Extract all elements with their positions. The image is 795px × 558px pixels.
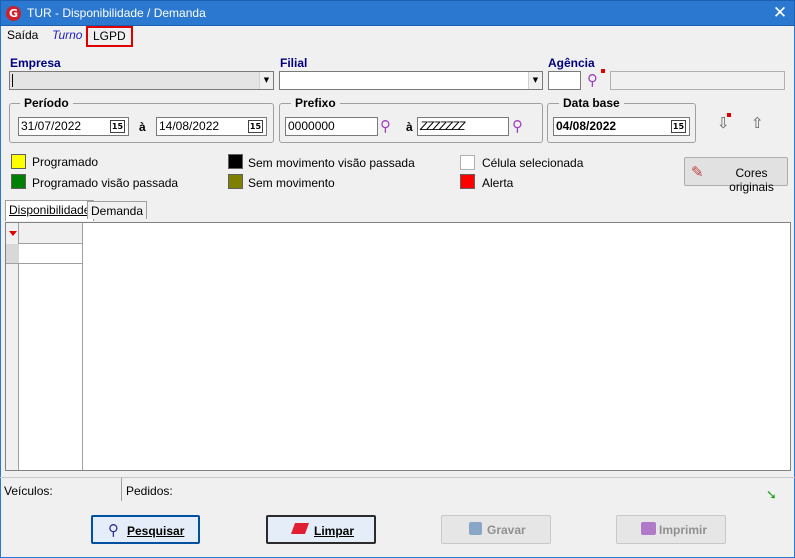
app-logo-icon: G <box>6 6 21 21</box>
grid-fixed-column <box>19 264 83 470</box>
save-icon <box>469 522 482 535</box>
periodo-label: Período <box>20 96 73 110</box>
eraser-icon <box>290 523 310 534</box>
calendar-icon[interactable]: 15 <box>671 120 686 133</box>
prefixo-to-search-icon[interactable]: ⚲ <box>512 118 523 134</box>
data-grid[interactable] <box>5 222 791 471</box>
filial-label: Filial <box>280 56 308 70</box>
prefixo-to-input[interactable]: ZZZZZZZ <box>417 117 509 136</box>
resize-arrow-icon: ➘ <box>766 488 777 503</box>
menu-turno[interactable]: Turno <box>52 28 82 46</box>
cores-originais-button[interactable]: ✎ Cores originais <box>684 157 788 194</box>
tab-demanda-label: Demanda <box>91 204 144 218</box>
legend-label-sem-mov-passada: Sem movimento visão passada <box>248 156 415 170</box>
red-dot-icon <box>727 113 731 117</box>
imprimir-label: Imprimir <box>659 523 708 537</box>
legend-label-sem-mov: Sem movimento <box>248 176 335 190</box>
prefixo-from-search-icon[interactable]: ⚲ <box>380 118 391 134</box>
calendar-icon[interactable]: 15 <box>248 120 263 133</box>
sort-up-icon[interactable]: ⇧ <box>751 114 764 132</box>
legend-swatch-alerta <box>460 174 475 189</box>
legend-swatch-selecionada <box>460 155 475 170</box>
filial-combo[interactable]: ▼ <box>279 71 543 90</box>
legend-label-alerta: Alerta <box>482 176 514 190</box>
legend-swatch-sem-mov <box>228 174 243 189</box>
data-base-value: 04/08/2022 <box>556 119 617 133</box>
limpar-label: Limpar <box>314 524 355 538</box>
close-button[interactable]: ✕ <box>767 3 793 24</box>
title-bar: G TUR - Disponibilidade / Demanda ✕ <box>0 0 795 26</box>
prefixo-from-input[interactable]: 0000000 <box>285 117 378 136</box>
agencia-search-icon[interactable]: ⚲ <box>587 72 598 88</box>
legend-swatch-programado <box>11 154 26 169</box>
pesquisar-label: Pesquisar <box>127 524 185 538</box>
printer-icon <box>641 522 656 535</box>
pesquisar-button[interactable]: ⚲ Pesquisar <box>91 515 200 544</box>
agencia-code-input[interactable] <box>548 71 581 90</box>
imprimir-button[interactable]: Imprimir <box>616 515 726 544</box>
prefixo-label: Prefixo <box>291 96 340 110</box>
cores-originais-label: Cores originais <box>729 166 774 194</box>
chevron-down-icon[interactable]: ▼ <box>528 72 542 89</box>
pencils-icon: ✎ <box>691 163 704 181</box>
legend-label-programado: Programado <box>32 155 99 169</box>
legend-label-programado-passada: Programado visão passada <box>32 176 179 190</box>
calendar-icon[interactable]: 15 <box>110 120 125 133</box>
data-base-input[interactable]: 04/08/2022 15 <box>553 117 690 136</box>
agencia-label: Agência <box>548 56 595 70</box>
pedidos-label: Pedidos: <box>126 484 173 498</box>
text-caret <box>12 74 13 87</box>
status-divider <box>121 478 122 501</box>
agencia-name-field <box>610 71 785 90</box>
periodo-from-input[interactable]: 31/07/2022 15 <box>18 117 129 136</box>
veiculos-label: Veículos: <box>4 484 53 498</box>
status-bar <box>0 477 795 502</box>
grid-cell[interactable] <box>19 244 83 264</box>
empresa-label: Empresa <box>10 56 61 70</box>
required-marker-icon <box>601 69 605 73</box>
dropdown-indicator-icon[interactable] <box>9 231 17 236</box>
limpar-button[interactable]: Limpar <box>266 515 376 544</box>
tab-disponibilidade-label: Disponibilidade <box>9 203 91 217</box>
tab-demanda[interactable]: Demanda <box>87 201 148 219</box>
row-selector[interactable] <box>6 244 19 264</box>
legend-swatch-sem-mov-passada <box>228 154 243 169</box>
periodo-separator: à <box>139 120 146 134</box>
grid-header-cell <box>19 223 83 244</box>
tab-disponibilidade[interactable]: Disponibilidade <box>5 200 95 221</box>
data-base-label: Data base <box>559 96 624 110</box>
gravar-label: Gravar <box>487 523 526 537</box>
periodo-to-value: 14/08/2022 <box>159 119 220 133</box>
legend-swatch-programado-passada <box>11 174 26 189</box>
legend-label-selecionada: Célula selecionada <box>482 156 584 170</box>
search-icon: ⚲ <box>108 521 119 539</box>
window-title: TUR - Disponibilidade / Demanda <box>27 6 206 20</box>
menu-lgpd[interactable]: LGPD <box>86 26 133 47</box>
gravar-button[interactable]: Gravar <box>441 515 551 544</box>
periodo-from-value: 31/07/2022 <box>21 119 82 133</box>
menu-saida[interactable]: Saída <box>7 28 38 46</box>
prefixo-separator: à <box>406 120 413 134</box>
chevron-down-icon[interactable]: ▼ <box>259 72 273 89</box>
empresa-combo[interactable]: ▼ <box>9 71 274 90</box>
periodo-to-input[interactable]: 14/08/2022 15 <box>156 117 267 136</box>
